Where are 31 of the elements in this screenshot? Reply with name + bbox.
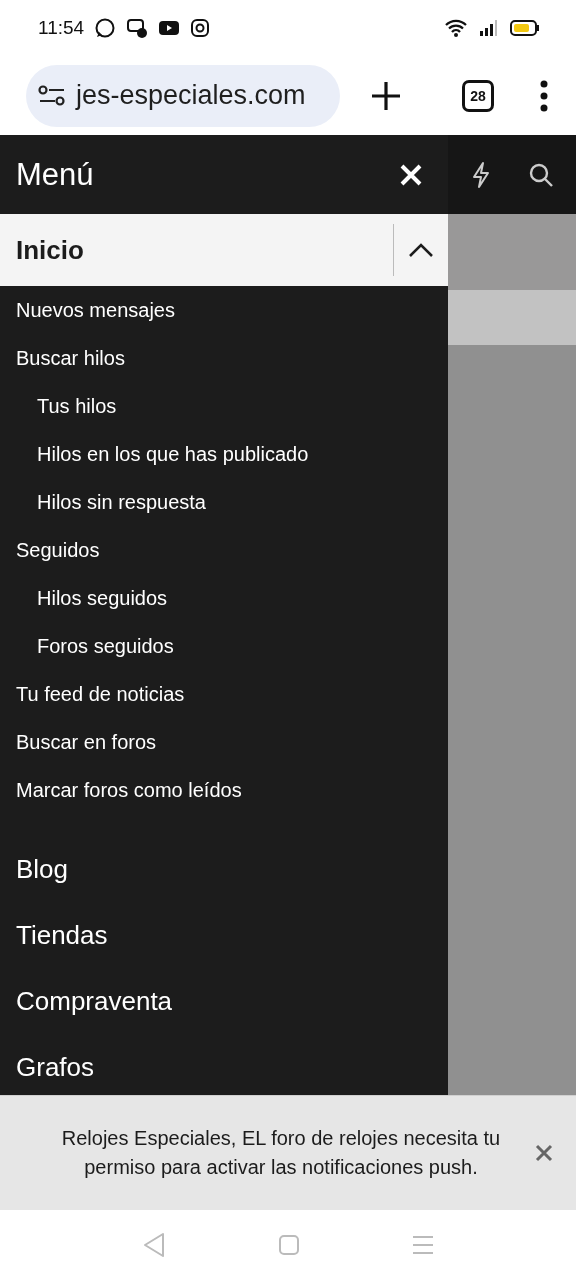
menu-link[interactable]: Tus hilos — [0, 382, 448, 430]
camera-icon — [190, 18, 211, 38]
chat-icon — [94, 17, 117, 39]
menu-link[interactable]: Hilos en los que has publicado — [0, 430, 448, 478]
menu-section-link[interactable]: Tiendas — [0, 919, 448, 951]
menu-link[interactable]: Tu feed de noticias — [0, 670, 448, 718]
menu-section-link[interactable]: Blog — [0, 853, 448, 885]
menu-link[interactable]: Nuevos mensajes — [0, 286, 448, 334]
tune-icon[interactable] — [38, 84, 66, 107]
menu-link[interactable]: Buscar hilos — [0, 334, 448, 382]
tab-count-button[interactable]: 28 — [462, 79, 494, 112]
notification-message: Relojes Especiales, EL foro de relojes necesita tu permiso para activar las notificaciones push. — [60, 1126, 502, 1180]
menu-link[interactable]: Hilos sin respuesta — [0, 478, 448, 526]
clock-time: 11:54 — [38, 17, 85, 39]
battery-icon — [510, 19, 540, 37]
menu-link[interactable]: Hilos seguidos — [0, 574, 448, 622]
url-text: jes-especiales.com — [76, 80, 306, 111]
wifi-icon — [444, 18, 468, 38]
chevron-up-icon — [408, 242, 434, 258]
menu-section-link[interactable]: Grafos — [0, 1051, 448, 1083]
signal-icon — [478, 18, 500, 38]
menu-link[interactable]: Foros seguidos — [0, 622, 448, 670]
menu-section-link[interactable]: Compraventa — [0, 985, 448, 1017]
address-bar[interactable]: jes-especiales.com — [26, 64, 340, 127]
menu-link[interactable]: Marcar foros como leídos — [0, 766, 448, 814]
menu-link[interactable]: Buscar en foros — [0, 718, 448, 766]
search-icon[interactable] — [528, 161, 554, 188]
lightning-icon[interactable] — [470, 160, 492, 189]
menu-title: Menú — [16, 156, 94, 193]
message-icon — [126, 17, 149, 39]
menu-link[interactable]: Seguidos — [0, 526, 448, 574]
